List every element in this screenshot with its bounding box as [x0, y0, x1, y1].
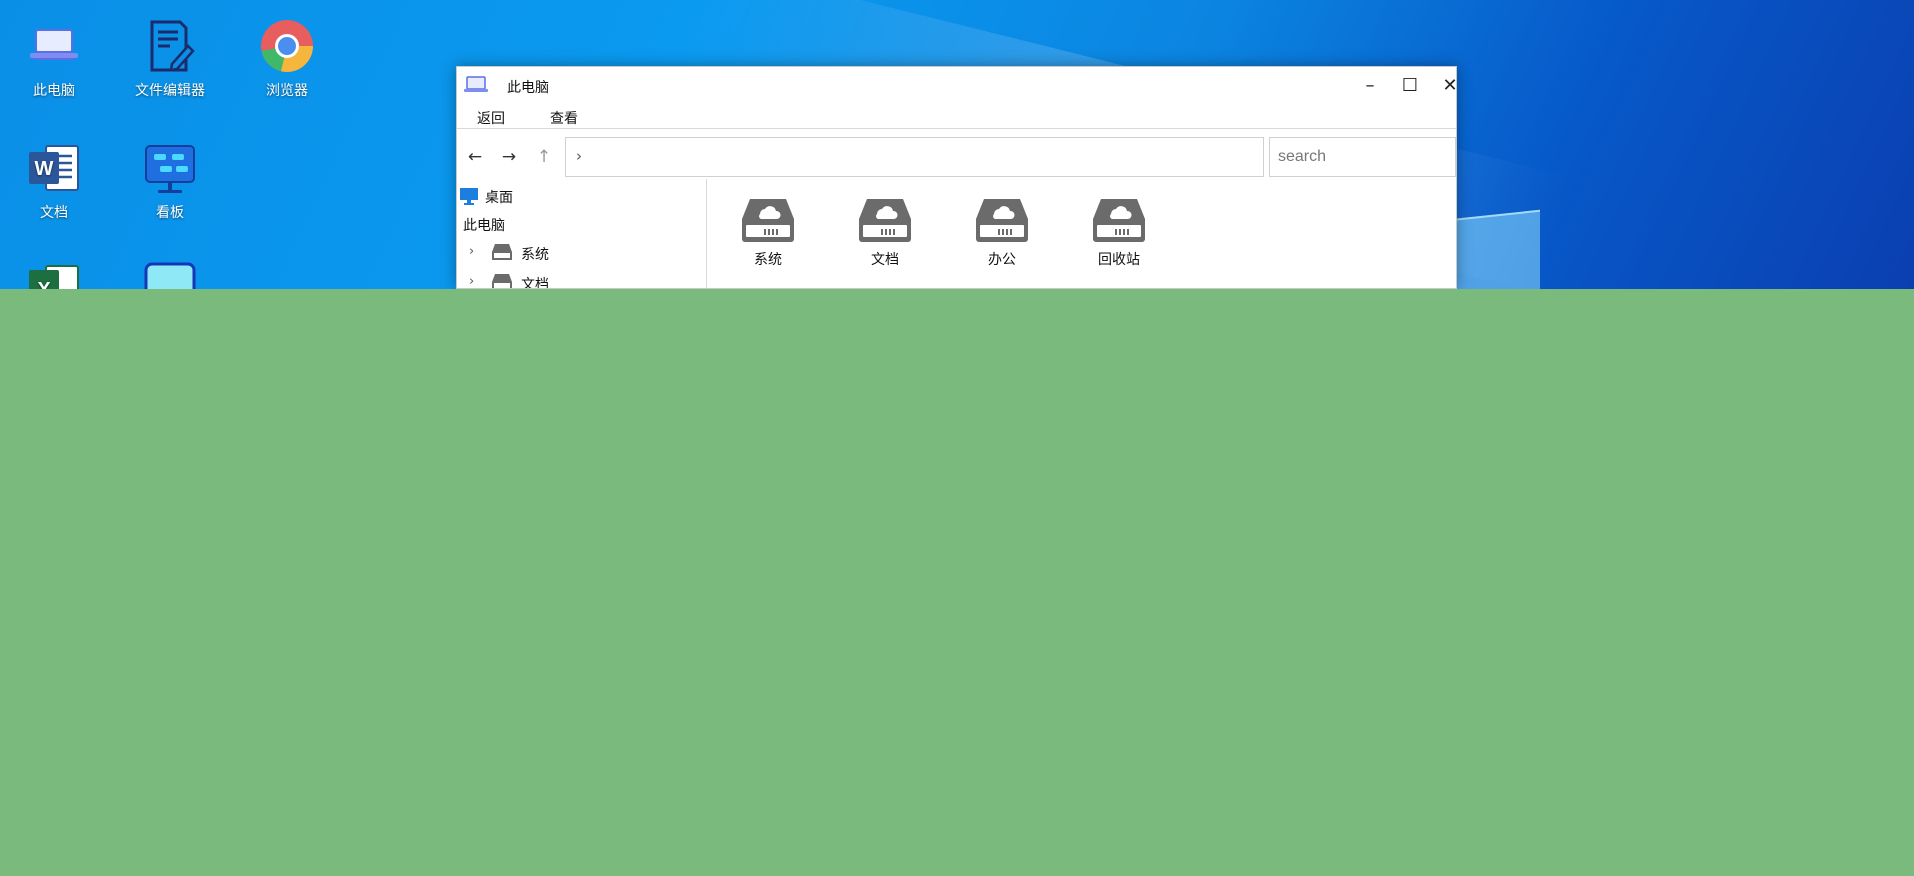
sidebar-item-label: 桌面: [485, 190, 513, 206]
desktop-icon-kanban[interactable]: 看板: [118, 140, 222, 222]
file-explorer-window: 此电脑 – ☐ ✕ 返回 查看 ← → ↑ › search 桌面 此电脑 › …: [456, 66, 1457, 289]
laptop-icon: [30, 29, 78, 60]
up-arrow-icon[interactable]: ↑: [532, 145, 556, 169]
desktop-icon-chat[interactable]: [118, 262, 222, 289]
drive-icon: [492, 274, 512, 288]
desktop-background: 此电脑 文件编辑器 浏览器 W 文档 看板 此电脑 – ☐ ✕ 返回 查看 ← …: [0, 0, 1914, 289]
close-button[interactable]: ✕: [1436, 73, 1456, 99]
forward-arrow-icon[interactable]: →: [497, 145, 521, 169]
address-bar[interactable]: ›: [565, 137, 1264, 177]
kanban-icon: [145, 145, 195, 193]
green-overlay: [0, 289, 1914, 876]
drive-icon: [859, 199, 911, 242]
desktop-icon-label: 文档: [40, 205, 68, 221]
menu-back[interactable]: 返回: [477, 108, 505, 128]
sidebar-item-this-pc[interactable]: 此电脑: [463, 215, 693, 239]
excel-icon: X: [29, 265, 79, 289]
sidebar-item-desktop[interactable]: 桌面: [459, 185, 699, 209]
search-input[interactable]: [1269, 137, 1456, 177]
desktop-icon-browser[interactable]: 浏览器: [235, 18, 339, 100]
chevron-right-icon: ›: [576, 147, 582, 165]
navigation-bar: ← → ↑ ›: [457, 137, 1456, 179]
back-arrow-icon[interactable]: ←: [463, 145, 487, 169]
drive-icon: [742, 199, 794, 242]
desktop-icon-label: 浏览器: [266, 83, 308, 99]
laptop-icon: [464, 76, 488, 92]
drive-item-recycle-bin[interactable]: 回收站: [1079, 197, 1159, 269]
desktop-icon-this-pc[interactable]: 此电脑: [2, 18, 106, 100]
drive-icon: [976, 199, 1028, 242]
drive-item-system[interactable]: 系统: [728, 197, 808, 269]
drive-label: 系统: [754, 252, 782, 268]
svg-text:W: W: [35, 158, 54, 180]
desktop-icon-excel[interactable]: X: [2, 262, 106, 289]
document-edit-icon: [150, 20, 195, 72]
sidebar-item-label: 文档: [521, 277, 549, 289]
svg-text:X: X: [37, 279, 51, 289]
drive-item-office[interactable]: 办公: [962, 197, 1042, 269]
sidebar-item-label: 系统: [521, 247, 549, 263]
desktop-icon-label: 此电脑: [33, 83, 75, 99]
chrome-icon: [261, 20, 313, 73]
chevron-right-icon[interactable]: ›: [469, 274, 474, 288]
drive-label: 文档: [871, 252, 899, 268]
drive-label: 回收站: [1098, 252, 1140, 268]
navigation-pane: 桌面 此电脑 › 系统 › 文档: [457, 179, 707, 289]
drive-icon: [492, 244, 512, 260]
drive-label: 办公: [988, 252, 1016, 268]
window-title: 此电脑: [507, 80, 549, 96]
desktop-icon-file-editor[interactable]: 文件编辑器: [118, 18, 222, 100]
desktop-icon-label: 看板: [156, 205, 184, 221]
desktop-icon-word[interactable]: W 文档: [2, 140, 106, 222]
window-titlebar[interactable]: 此电脑 – ☐ ✕: [457, 67, 1456, 105]
minimize-button[interactable]: –: [1356, 73, 1384, 99]
word-icon: W: [29, 145, 79, 191]
window-menubar: 返回 查看: [457, 105, 1456, 129]
monitor-icon: [460, 188, 478, 205]
drive-grid: 系统 文档 办公 回收站: [708, 179, 1456, 288]
chevron-right-icon[interactable]: ›: [469, 244, 474, 259]
drive-item-documents[interactable]: 文档: [845, 197, 925, 269]
menu-view[interactable]: 查看: [550, 108, 578, 128]
chat-icon: [144, 262, 196, 289]
drive-icon: [1093, 199, 1145, 242]
desktop-icon-label: 文件编辑器: [135, 83, 205, 99]
sidebar-item-label: 此电脑: [463, 218, 505, 234]
sidebar-item-documents[interactable]: › 文档: [469, 272, 699, 289]
maximize-button[interactable]: ☐: [1396, 73, 1424, 99]
sidebar-item-system[interactable]: › 系统: [469, 242, 699, 266]
